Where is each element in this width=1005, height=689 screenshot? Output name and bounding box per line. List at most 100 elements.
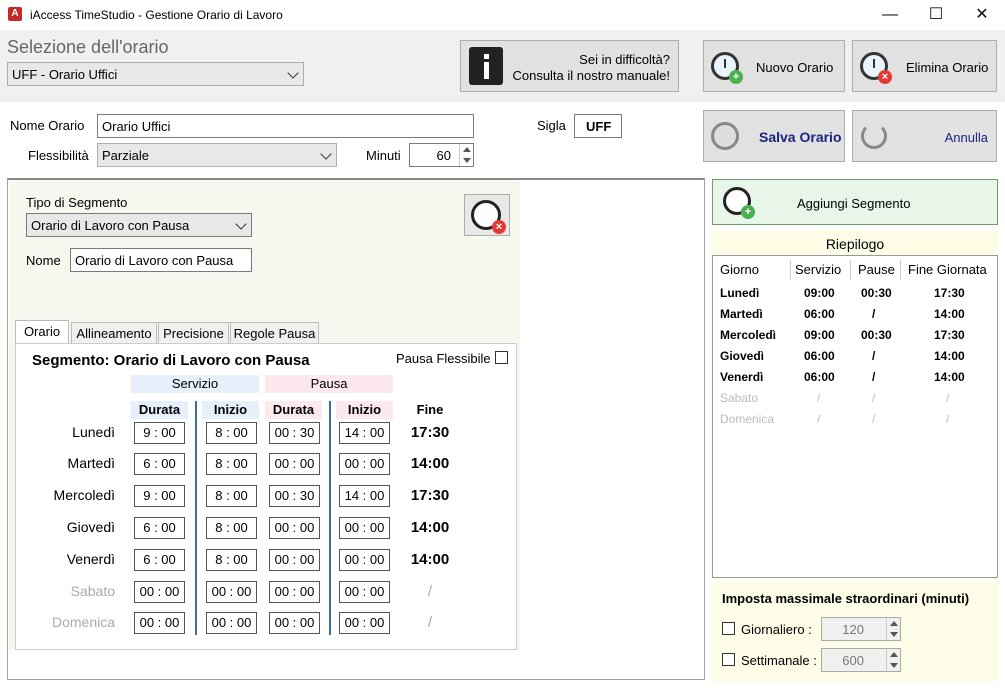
- summary-cell: 09:00: [804, 328, 835, 342]
- servizio-inizio-input[interactable]: 00 : 00: [206, 581, 257, 603]
- daily-stepper[interactable]: 120: [821, 617, 901, 641]
- col-durata-servizio: Durata: [131, 401, 188, 419]
- clock-save-icon: [711, 122, 739, 150]
- summary-cell: /: [872, 412, 876, 426]
- servizio-inizio-input[interactable]: 8 : 00: [206, 422, 257, 444]
- col-inizio-pausa: Inizio: [336, 401, 393, 419]
- servizio-durata-input[interactable]: 6 : 00: [134, 549, 185, 571]
- summary-cell: 09:00: [804, 286, 835, 300]
- segment-name-label: Nome: [26, 253, 61, 268]
- pausa-durata-input[interactable]: 00 : 00: [269, 581, 320, 603]
- tab-precisione[interactable]: Precisione: [158, 322, 229, 344]
- tab-allineamento[interactable]: Allineamento: [71, 322, 157, 344]
- sigla-input[interactable]: UFF: [574, 114, 622, 138]
- pausa-inizio-input[interactable]: 00 : 00: [339, 517, 390, 539]
- help-manual-button[interactable]: Sei in difficoltà? Consulta il nostro ma…: [460, 40, 679, 92]
- servizio-durata-input[interactable]: 00 : 00: [134, 581, 185, 603]
- schedule-select[interactable]: UFF - Orario Uffici: [7, 62, 304, 86]
- day-label: Domenica: [51, 614, 115, 630]
- fine-value: 14:00: [410, 551, 450, 568]
- column-separator: [329, 401, 331, 635]
- info-icon: [469, 47, 503, 85]
- cancel-button[interactable]: Annulla: [852, 110, 997, 162]
- weekly-label: Settimanale :: [741, 653, 817, 668]
- delete-badge-icon: ×: [492, 220, 506, 234]
- tab-orario[interactable]: Orario: [15, 320, 69, 343]
- add-segment-button[interactable]: + Aggiungi Segmento: [712, 179, 998, 225]
- maximize-button[interactable]: ☐: [913, 0, 959, 30]
- pausa-durata-input[interactable]: 00 : 00: [269, 517, 320, 539]
- flex-select-value: Parziale: [102, 148, 149, 163]
- plus-badge-icon: +: [741, 205, 755, 219]
- minutes-stepper[interactable]: 60: [409, 143, 474, 167]
- summary-header-fine: Fine Giornata: [908, 262, 987, 277]
- pausa-durata-input[interactable]: 00 : 30: [269, 485, 320, 507]
- close-button[interactable]: ✕: [959, 0, 1005, 30]
- day-label: Giovedì: [66, 519, 115, 535]
- summary-header-divider: [900, 260, 901, 280]
- pausa-inizio-input[interactable]: 14 : 00: [339, 422, 390, 444]
- daily-checkbox[interactable]: [722, 622, 735, 635]
- summary-cell: 14:00: [934, 349, 965, 363]
- minimize-button[interactable]: —: [867, 0, 913, 30]
- pausa-durata-input[interactable]: 00 : 00: [269, 549, 320, 571]
- summary-cell: Venerdì: [720, 370, 764, 384]
- servizio-durata-input[interactable]: 9 : 00: [134, 422, 185, 444]
- pausa-inizio-input[interactable]: 00 : 00: [339, 549, 390, 571]
- servizio-inizio-input[interactable]: 8 : 00: [206, 549, 257, 571]
- chevron-down-icon: [235, 218, 247, 230]
- plus-badge-icon: +: [729, 70, 743, 84]
- summary-cell: 06:00: [804, 307, 835, 321]
- pausa-inizio-input[interactable]: 00 : 00: [339, 453, 390, 475]
- segment-name-input[interactable]: Orario di Lavoro con Pausa: [70, 248, 252, 272]
- col-inizio-servizio: Inizio: [202, 401, 259, 419]
- col-durata-pausa: Durata: [265, 401, 322, 419]
- minutes-stepper-value: 60: [436, 148, 451, 163]
- servizio-inizio-input[interactable]: 00 : 00: [206, 612, 257, 634]
- app-logo-icon: A: [8, 7, 22, 21]
- weekly-checkbox[interactable]: [722, 653, 735, 666]
- summary-cell: 00:30: [861, 328, 892, 342]
- save-schedule-label: Salva Orario: [759, 129, 842, 145]
- stepper-arrows-icon[interactable]: [886, 618, 900, 640]
- segment-type-select[interactable]: Orario di Lavoro con Pausa: [26, 213, 252, 237]
- day-label: Martedì: [67, 455, 115, 471]
- summary-cell: 17:30: [934, 328, 965, 342]
- save-schedule-button[interactable]: Salva Orario: [703, 110, 845, 162]
- stepper-arrows-icon[interactable]: [459, 144, 473, 166]
- flex-select[interactable]: Parziale: [97, 143, 337, 167]
- pausa-inizio-input[interactable]: 14 : 00: [339, 485, 390, 507]
- servizio-durata-input[interactable]: 9 : 00: [134, 485, 185, 507]
- fine-value: 14:00: [410, 519, 450, 536]
- servizio-durata-input[interactable]: 6 : 00: [134, 453, 185, 475]
- servizio-inizio-input[interactable]: 8 : 00: [206, 453, 257, 475]
- pausa-durata-input[interactable]: 00 : 00: [269, 453, 320, 475]
- weekly-stepper[interactable]: 600: [821, 648, 901, 672]
- delete-segment-button[interactable]: ×: [464, 194, 510, 236]
- daily-stepper-value: 120: [842, 622, 864, 637]
- name-label: Nome Orario: [10, 118, 85, 133]
- chevron-down-icon: [287, 67, 299, 79]
- delete-schedule-button[interactable]: × Elimina Orario: [852, 40, 997, 92]
- servizio-inizio-input[interactable]: 8 : 00: [206, 517, 257, 539]
- stepper-arrows-icon[interactable]: [886, 649, 900, 671]
- servizio-durata-input[interactable]: 6 : 00: [134, 517, 185, 539]
- summary-cell: 14:00: [934, 370, 965, 384]
- help-line1: Sei in difficoltà?: [579, 52, 670, 67]
- undo-icon: [861, 123, 887, 149]
- window-title: iAccess TimeStudio - Gestione Orario di …: [30, 8, 283, 22]
- servizio-durata-input[interactable]: 00 : 00: [134, 612, 185, 634]
- pausa-inizio-input[interactable]: 00 : 00: [339, 581, 390, 603]
- tab-regole-pausa[interactable]: Regole Pausa: [230, 322, 319, 344]
- summary-cell: Lunedì: [720, 286, 760, 300]
- new-schedule-label: Nuovo Orario: [756, 60, 834, 75]
- day-label: Lunedì: [72, 424, 115, 440]
- add-segment-label: Aggiungi Segmento: [797, 196, 911, 211]
- pausa-durata-input[interactable]: 00 : 30: [269, 422, 320, 444]
- pausa-flessibile-checkbox[interactable]: [495, 351, 508, 364]
- name-input[interactable]: Orario Uffici: [97, 114, 474, 138]
- servizio-inizio-input[interactable]: 8 : 00: [206, 485, 257, 507]
- new-schedule-button[interactable]: + Nuovo Orario: [703, 40, 845, 92]
- pausa-durata-input[interactable]: 00 : 00: [269, 612, 320, 634]
- pausa-inizio-input[interactable]: 00 : 00: [339, 612, 390, 634]
